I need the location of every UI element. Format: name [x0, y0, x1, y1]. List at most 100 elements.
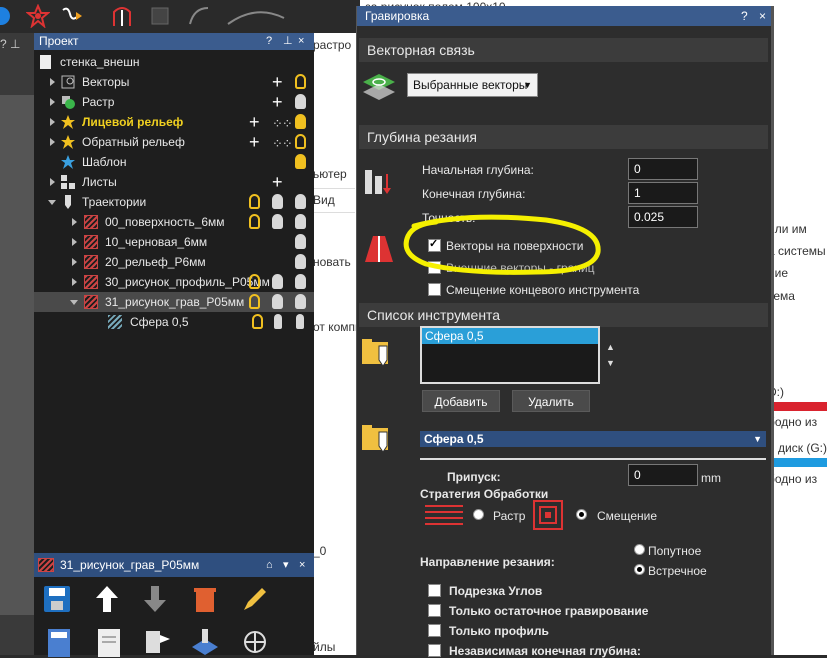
tree-item-toolpath[interactable]: 00_поверхность_6мм	[34, 212, 314, 232]
home-icon[interactable]: ⌂	[266, 553, 273, 577]
surface-vectors-checkbox[interactable]	[428, 237, 441, 252]
tolerance-input[interactable]: 0.025	[628, 206, 698, 228]
expand-icon[interactable]	[72, 278, 77, 286]
visibility-bulb-icon[interactable]	[249, 274, 260, 289]
globe-icon[interactable]	[0, 7, 10, 25]
close-icon[interactable]: ×	[299, 553, 305, 577]
collapse-icon[interactable]	[48, 200, 56, 205]
tree-item-raster[interactable]: Растр +	[34, 92, 314, 112]
end-depth-input[interactable]: 1	[628, 182, 698, 204]
dropdown-icon[interactable]: ▾	[283, 553, 289, 577]
expand-icon[interactable]	[50, 138, 55, 146]
section-cut-depth[interactable]: Глубина резания	[359, 125, 768, 149]
start-depth-input[interactable]: 0	[628, 158, 698, 180]
delete-icon[interactable]	[190, 584, 220, 614]
external-vectors-checkbox[interactable]	[428, 261, 441, 274]
close-icon[interactable]: ×	[759, 6, 766, 26]
star-tool-icon[interactable]	[26, 4, 50, 28]
grid-icon[interactable]: ⁘⁘	[272, 114, 293, 134]
tree-item-toolpath[interactable]: 20_рельеф_Р6мм	[34, 252, 314, 272]
move-down-icon[interactable]	[140, 584, 170, 614]
add-tool-button[interactable]: Добавить	[422, 390, 500, 412]
offset-radio[interactable]	[576, 509, 587, 520]
add-icon[interactable]: +	[272, 172, 283, 192]
visibility-bulb-icon[interactable]	[295, 94, 306, 109]
tree-item-toolpath-selected[interactable]: 31_рисунок_грав_Р05мм	[34, 292, 314, 312]
remove-tool-button[interactable]: Удалить	[512, 390, 590, 412]
add-icon[interactable]: +	[272, 72, 283, 92]
visibility-bulb-icon[interactable]	[272, 294, 283, 309]
expand-icon[interactable]	[50, 118, 55, 126]
visibility-bulb-icon[interactable]	[272, 194, 283, 209]
tool-list-box[interactable]: Сфера 0,5	[420, 326, 600, 384]
visibility-bulb-icon[interactable]	[295, 74, 306, 89]
tree-item-vectors[interactable]: Векторы +	[34, 72, 314, 92]
transform-icon[interactable]	[240, 627, 270, 657]
close-icon[interactable]: ×	[298, 33, 304, 50]
visibility-bulb-icon[interactable]	[272, 214, 283, 229]
save-icon[interactable]	[42, 584, 72, 614]
simulate-icon[interactable]	[190, 627, 220, 657]
tree-item-project[interactable]: стенка_внешн	[34, 52, 314, 72]
move-up-icon[interactable]	[92, 584, 122, 614]
add-icon[interactable]: +	[272, 92, 283, 112]
list-up-icon[interactable]: ▲	[606, 342, 615, 352]
expand-icon[interactable]	[72, 218, 77, 226]
expand-icon[interactable]	[72, 258, 77, 266]
visibility-bulb-icon[interactable]	[295, 294, 306, 309]
conventional-radio[interactable]	[634, 564, 645, 575]
expand-icon[interactable]	[72, 238, 77, 246]
visibility-bulb-icon[interactable]	[272, 274, 283, 289]
raster-radio[interactable]	[473, 509, 484, 520]
vector-select-dropdown[interactable]: Выбранные векторы ▼	[407, 73, 538, 97]
visibility-bulb-icon[interactable]	[295, 114, 306, 129]
tree-item-template[interactable]: Шаблон	[34, 152, 314, 172]
tree-item-front-relief[interactable]: Лицевой рельеф + ⁘⁘	[34, 112, 314, 132]
profile-only-checkbox[interactable]	[428, 624, 441, 637]
tree-item-toolpaths[interactable]: Траектории	[34, 192, 314, 212]
rest-only-checkbox[interactable]	[428, 604, 441, 617]
section-tool-list[interactable]: Список инструмента	[359, 303, 768, 327]
visibility-bulb-icon[interactable]	[295, 214, 306, 229]
visibility-bulb-icon[interactable]	[295, 134, 306, 149]
tree-item-back-relief[interactable]: Обратный рельеф + ⁘⁘	[34, 132, 314, 152]
tree-item-toolpath[interactable]: 30_рисунок_профиль_Р05мм	[34, 272, 314, 292]
visibility-bulb-icon[interactable]	[274, 314, 282, 329]
help-icon[interactable]: ?	[266, 33, 272, 50]
arch-tool-icon[interactable]	[110, 4, 134, 28]
help-icon[interactable]: ?	[741, 6, 748, 26]
visibility-bulb-icon[interactable]	[295, 154, 306, 169]
visibility-bulb-icon[interactable]	[295, 234, 306, 249]
expand-icon[interactable]	[50, 178, 55, 186]
add-icon[interactable]: +	[249, 132, 260, 152]
expand-icon[interactable]	[50, 78, 55, 86]
visibility-bulb-icon[interactable]	[249, 194, 260, 209]
add-icon[interactable]: +	[249, 112, 260, 132]
grid-icon[interactable]: ⁘⁘	[272, 134, 293, 154]
calculator-icon[interactable]	[44, 627, 74, 657]
arc-tool-icon[interactable]	[226, 4, 286, 28]
tool-select-dropdown[interactable]: Сфера 0,5 ▼	[420, 431, 766, 447]
tree-item-toolpath[interactable]: 10_черновая_6мм	[34, 232, 314, 252]
allowance-input[interactable]: 0	[628, 464, 698, 486]
visibility-bulb-icon[interactable]	[296, 314, 304, 329]
edit-pencil-icon[interactable]	[240, 584, 270, 614]
square-tool-icon[interactable]	[148, 4, 172, 28]
pin-icon[interactable]: ⊥	[283, 33, 293, 50]
path-arrow-icon[interactable]	[60, 4, 84, 28]
visibility-bulb-icon[interactable]	[295, 254, 306, 269]
climb-radio[interactable]	[634, 544, 645, 555]
tree-item-sheets[interactable]: Листы +	[34, 172, 314, 192]
visibility-bulb-icon[interactable]	[295, 194, 306, 209]
section-vector-link[interactable]: Векторная связь	[359, 38, 768, 62]
document-list-icon[interactable]	[94, 627, 124, 657]
tree-item-tool[interactable]: Сфера 0,5	[34, 312, 314, 332]
expand-icon[interactable]	[50, 98, 55, 106]
independent-depth-checkbox[interactable]	[428, 644, 441, 657]
visibility-bulb-icon[interactable]	[295, 274, 306, 289]
corner-sharpen-checkbox[interactable]	[428, 584, 441, 597]
visibility-bulb-icon[interactable]	[249, 294, 260, 309]
visibility-bulb-icon[interactable]	[249, 214, 260, 229]
collapse-icon[interactable]	[70, 300, 78, 305]
list-down-icon[interactable]: ▼	[606, 358, 615, 368]
